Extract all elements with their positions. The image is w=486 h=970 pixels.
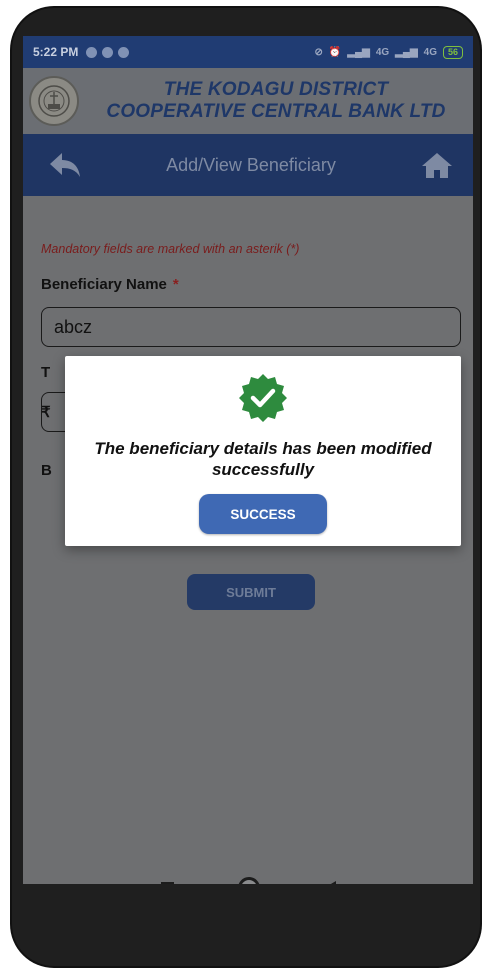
field-label-partial-3: B bbox=[41, 462, 52, 479]
notification-icon bbox=[86, 46, 98, 58]
home-icon[interactable] bbox=[419, 147, 455, 183]
system-nav-bar bbox=[23, 860, 473, 884]
bank-emblem-icon bbox=[29, 76, 79, 126]
network-label-2: 4G bbox=[423, 46, 437, 58]
field-label-partial-1: T bbox=[41, 364, 51, 381]
back-arrow-graphic bbox=[50, 153, 80, 177]
beneficiary-name-label: Beneficiary Name * bbox=[41, 276, 179, 293]
beneficiary-name-label-text: Beneficiary Name bbox=[41, 276, 167, 293]
back-arrow-icon[interactable] bbox=[47, 147, 83, 183]
beneficiary-name-input[interactable]: abcz bbox=[41, 307, 461, 347]
bank-header: THE KODAGU DISTRICT COOPERATIVE CENTRAL … bbox=[23, 68, 473, 134]
location-icon bbox=[118, 46, 130, 58]
success-button[interactable]: SUCCESS bbox=[199, 494, 327, 534]
recent-apps-icon[interactable] bbox=[160, 881, 174, 884]
status-indicators: ⊘ ⏰ ▂▄▆ 4G ▂▄▆ 4G 56 bbox=[314, 45, 463, 59]
mandatory-note: Mandatory fields are marked with an aste… bbox=[41, 242, 300, 256]
page-title: Add/View Beneficiary bbox=[166, 154, 336, 175]
success-dialog: The beneficiary details has been modifie… bbox=[65, 356, 461, 546]
dialog-message: The beneficiary details has been modifie… bbox=[94, 439, 432, 479]
mute-icon: ⊘ bbox=[314, 46, 323, 58]
home-circle-icon[interactable] bbox=[237, 877, 260, 884]
home-graphic bbox=[421, 153, 452, 178]
bank-title-line2: COOPERATIVE CENTRAL BANK LTD bbox=[106, 101, 446, 122]
nav-bar: Add/View Beneficiary bbox=[23, 134, 473, 196]
phone-frame: 5:22 PM ⊘ ⏰ ▂▄▆ 4G ▂▄▆ 4G 56 THE KODAGU … bbox=[12, 8, 480, 966]
verified-check-badge-icon bbox=[239, 374, 287, 422]
emblem-graphic bbox=[38, 85, 70, 117]
submit-button[interactable]: SUBMIT bbox=[187, 574, 315, 610]
bank-title: THE KODAGU DISTRICT COOPERATIVE CENTRAL … bbox=[79, 79, 473, 123]
status-bar: 5:22 PM ⊘ ⏰ ▂▄▆ 4G ▂▄▆ 4G 56 bbox=[23, 36, 473, 68]
signal-icon-2: ▂▄▆ bbox=[395, 46, 418, 58]
status-time: 5:22 PM bbox=[33, 45, 79, 59]
alarm-icon: ⏰ bbox=[328, 46, 342, 58]
bank-title-line1: THE KODAGU DISTRICT bbox=[163, 79, 389, 100]
network-label-1: 4G bbox=[375, 46, 390, 58]
signal-icon: ▂▄▆ bbox=[347, 46, 370, 58]
system-back-icon[interactable] bbox=[323, 881, 336, 884]
device-screen: 5:22 PM ⊘ ⏰ ▂▄▆ 4G ▂▄▆ 4G 56 THE KODAGU … bbox=[23, 36, 473, 884]
chat-icon bbox=[102, 46, 114, 58]
required-marker: * bbox=[172, 276, 179, 293]
battery-icon: 56 bbox=[442, 45, 463, 59]
